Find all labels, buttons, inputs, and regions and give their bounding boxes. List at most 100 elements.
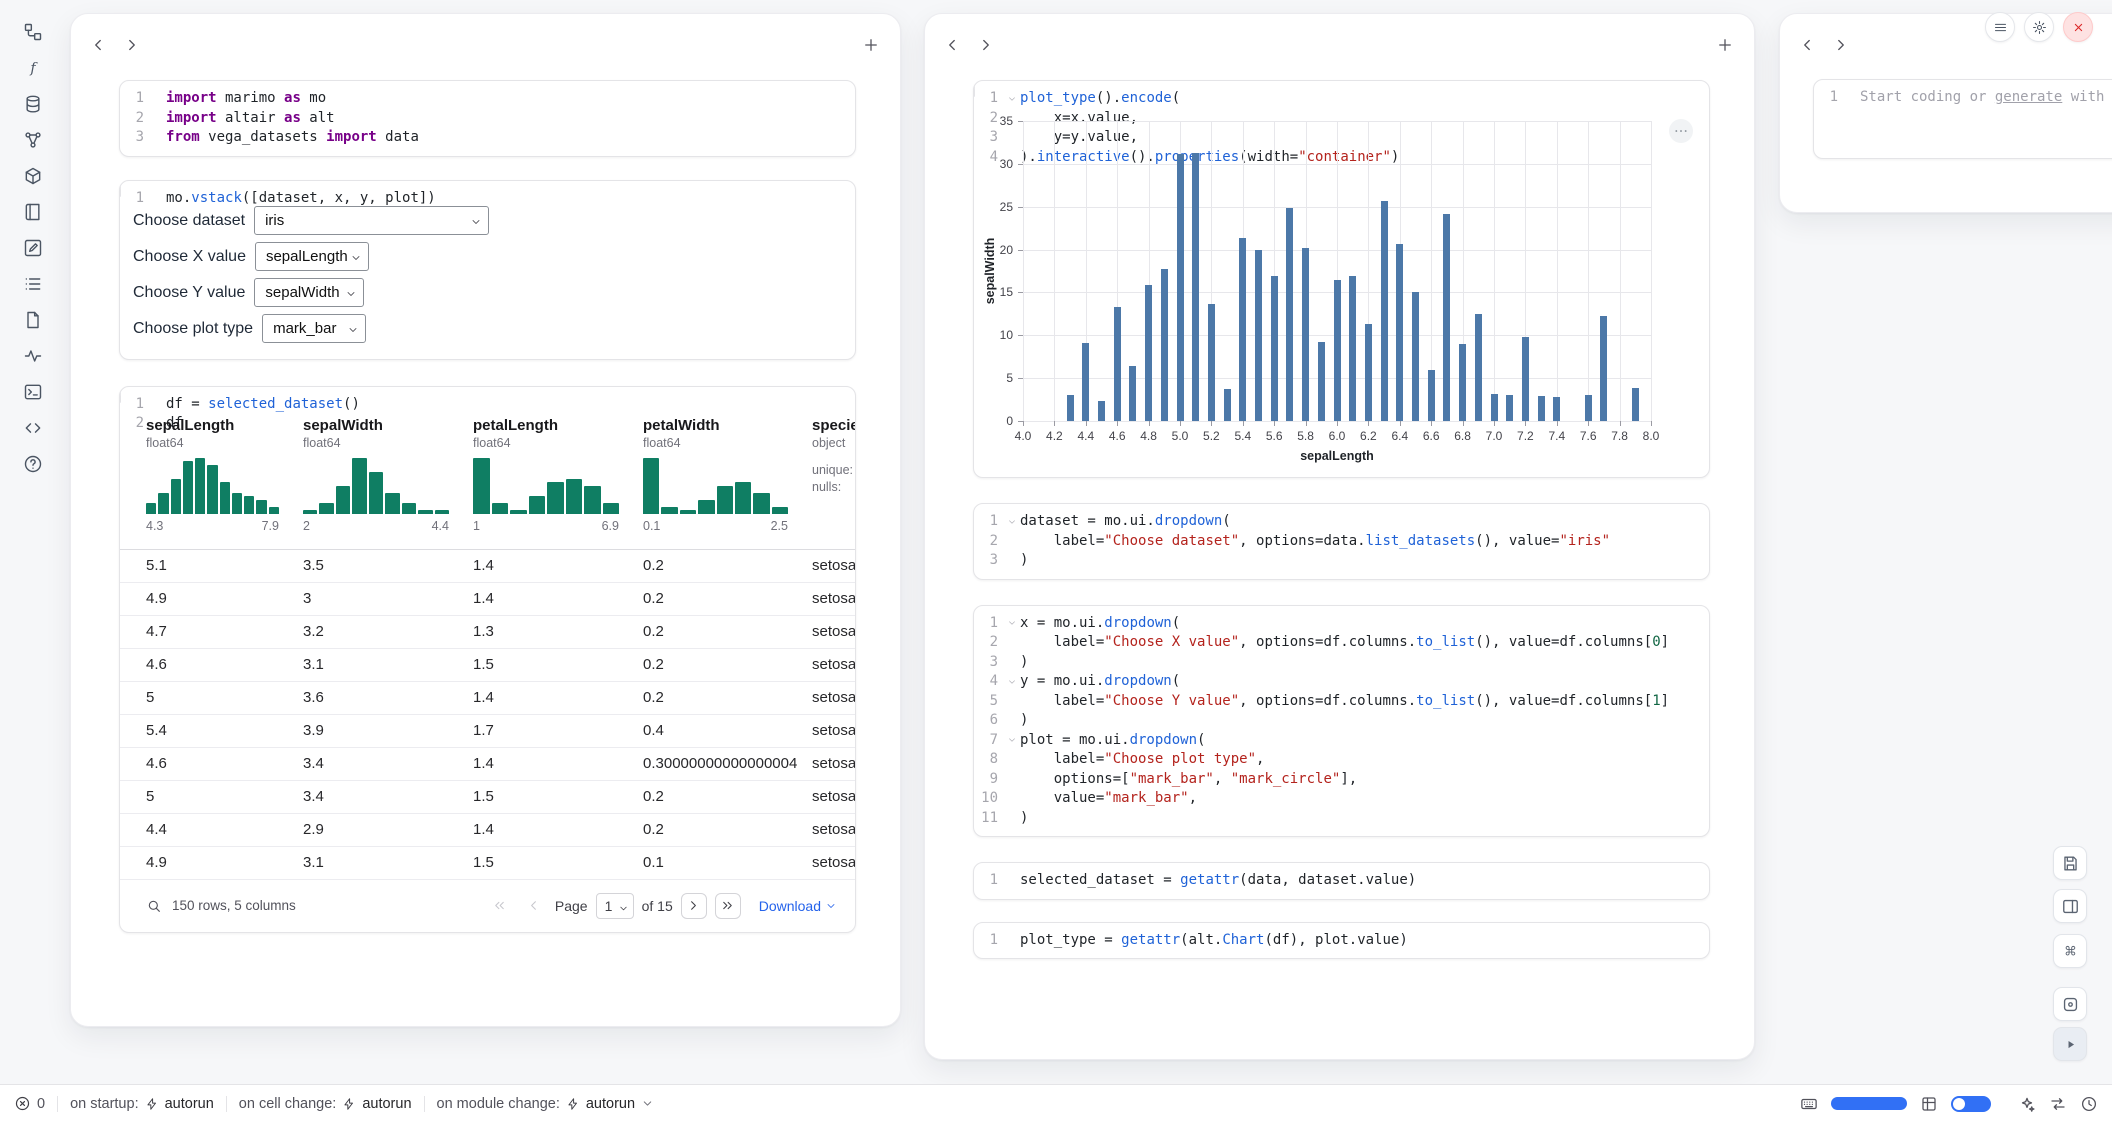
code-line[interactable]: 1x = mo.ui.dropdown( xyxy=(974,614,1709,634)
cell-dataset-dropdown[interactable]: 1dataset = mo.ui.dropdown(2 label="Choos… xyxy=(973,503,1710,580)
code-line[interactable]: 1plot_type = getattr(alt.Chart(df), plot… xyxy=(974,931,1709,951)
chart-actions-button[interactable] xyxy=(1669,119,1693,143)
column-header[interactable]: sepalLengthfloat644.37.9 xyxy=(120,417,303,533)
y-value-select[interactable]: sepalWidth xyxy=(254,278,364,307)
code-line[interactable]: 1df = selected_dataset() xyxy=(120,395,121,415)
code-line[interactable]: 1dataset = mo.ui.dropdown( xyxy=(974,512,1709,532)
code-line[interactable]: 2 label="Choose dataset", options=data.l… xyxy=(974,532,1709,552)
code-editor[interactable]: 1selected_dataset = getattr(data, datase… xyxy=(974,863,1709,899)
toggle-switch[interactable] xyxy=(1951,1096,1991,1112)
grid-icon[interactable] xyxy=(1920,1095,1938,1113)
fold-chevron-icon[interactable] xyxy=(1004,672,1020,692)
prev-page-button[interactable] xyxy=(521,893,547,919)
shuffle-icon[interactable] xyxy=(2049,1095,2067,1113)
packages-icon[interactable] xyxy=(14,158,52,194)
code-editor[interactable]: 1df = selected_dataset()2df xyxy=(120,387,121,403)
code-line[interactable]: 2 label="Choose X value", options=df.col… xyxy=(974,633,1709,653)
page-select[interactable]: 1 xyxy=(596,893,634,919)
save-button[interactable] xyxy=(2053,846,2087,880)
notebook-tree-icon[interactable] xyxy=(14,14,52,50)
search-icon[interactable] xyxy=(146,898,162,914)
menu-button[interactable] xyxy=(1985,12,2015,42)
cell-dataframe[interactable]: 1df = selected_dataset()2df sepalLengthf… xyxy=(119,386,856,933)
column-header[interactable]: sepalWidthfloat6424.4 xyxy=(303,417,473,533)
fold-chevron-icon[interactable] xyxy=(1004,512,1020,532)
dependency-graph-icon[interactable] xyxy=(14,122,52,158)
terminal-icon[interactable] xyxy=(14,374,52,410)
plot-type-select[interactable]: mark_bar xyxy=(262,314,366,343)
column-move-right-button[interactable] xyxy=(1826,30,1856,60)
code-editor[interactable]: 1mo.vstack([dataset, x, y, plot]) xyxy=(120,181,121,197)
generate-link[interactable]: generate xyxy=(1995,89,2062,105)
editor-placeholder[interactable]: Start coding or generate with xyxy=(1860,88,2104,108)
download-button[interactable]: Download xyxy=(759,898,837,914)
shutdown-button[interactable] xyxy=(2063,12,2093,42)
code-line[interactable]: 1import marimo as mo xyxy=(120,89,855,109)
cell-empty[interactable]: 1 Start coding or generate with xyxy=(1813,79,2112,159)
settings-button[interactable] xyxy=(2024,12,2054,42)
documentation-icon[interactable] xyxy=(14,194,52,230)
cell-plot-type[interactable]: 1plot_type = getattr(alt.Chart(df), plot… xyxy=(973,922,1710,960)
outline-icon[interactable] xyxy=(14,266,52,302)
cell-imports[interactable]: 1import marimo as mo2import altair as al… xyxy=(119,80,856,157)
code-line[interactable]: 6) xyxy=(974,711,1709,731)
code-line[interactable]: 1selected_dataset = getattr(data, datase… xyxy=(974,871,1709,891)
command-palette-button[interactable]: ⌘ xyxy=(2053,934,2087,968)
panel-layout-button[interactable] xyxy=(2053,889,2087,923)
column-move-left-button[interactable] xyxy=(83,30,113,60)
code-line[interactable]: 9 options=["mark_bar", "mark_circle"], xyxy=(974,770,1709,790)
cell-selected-dataset[interactable]: 1selected_dataset = getattr(data, datase… xyxy=(973,862,1710,900)
code-line[interactable]: 3) xyxy=(974,653,1709,673)
code-line[interactable]: 1mo.vstack([dataset, x, y, plot]) xyxy=(120,189,121,209)
run-button[interactable] xyxy=(2053,1027,2087,1061)
column-move-left-button[interactable] xyxy=(937,30,967,60)
snippets-icon[interactable] xyxy=(14,302,52,338)
code-line[interactable]: 2import altair as alt xyxy=(120,109,855,129)
sparkles-icon[interactable] xyxy=(2018,1095,2036,1113)
logs-icon[interactable] xyxy=(14,338,52,374)
scratchpad-icon[interactable] xyxy=(14,230,52,266)
fold-chevron-icon[interactable] xyxy=(1004,614,1020,634)
code-line[interactable]: 10 value="mark_bar", xyxy=(974,789,1709,809)
code-line[interactable]: 7plot = mo.ui.dropdown( xyxy=(974,731,1709,751)
keyboard-icon[interactable] xyxy=(1800,1095,1818,1113)
cell-xy-dropdowns[interactable]: 1x = mo.ui.dropdown(2 label="Choose X va… xyxy=(973,605,1710,838)
help-icon[interactable] xyxy=(14,446,52,482)
column-header[interactable]: petalLengthfloat6416.9 xyxy=(473,417,643,533)
add-cell-button[interactable] xyxy=(856,30,886,60)
last-page-button[interactable] xyxy=(715,893,741,919)
column-move-right-button[interactable] xyxy=(971,30,1001,60)
datasources-icon[interactable] xyxy=(14,86,52,122)
fold-chevron-icon[interactable] xyxy=(1004,731,1020,751)
cell-plot[interactable]: 1plot_type().encode(2 x=x.value,3 y=y.va… xyxy=(973,80,1710,478)
code-line[interactable]: 3from vega_datasets import data xyxy=(120,128,855,148)
column-header[interactable]: petalWidthfloat640.12.5 xyxy=(643,417,812,533)
code-editor[interactable]: 1x = mo.ui.dropdown(2 label="Choose X va… xyxy=(974,606,1709,837)
history-icon[interactable] xyxy=(2080,1095,2098,1113)
next-page-button[interactable] xyxy=(681,893,707,919)
code-icon[interactable] xyxy=(14,410,52,446)
cell-vstack[interactable]: 1mo.vstack([dataset, x, y, plot]) Choose… xyxy=(119,180,856,360)
error-indicator[interactable]: 0 xyxy=(14,1095,45,1112)
code-editor[interactable]: 1plot_type = getattr(alt.Chart(df), plot… xyxy=(974,923,1709,959)
column-header[interactable]: speciesobjectunique:nulls: xyxy=(812,417,855,496)
code-line[interactable]: 8 label="Choose plot type", xyxy=(974,750,1709,770)
column-move-right-button[interactable] xyxy=(117,30,147,60)
code-editor[interactable]: 1import marimo as mo2import altair as al… xyxy=(120,81,855,156)
x-value-select[interactable]: sepalLength xyxy=(255,242,369,271)
app-frame-button[interactable] xyxy=(2053,987,2087,1021)
code-editor[interactable]: 1plot_type().encode(2 x=x.value,3 y=y.va… xyxy=(974,81,975,97)
on-cell-change-setting[interactable]: on cell change: autorun xyxy=(239,1096,412,1112)
code-line[interactable]: 4y = mo.ui.dropdown( xyxy=(974,672,1709,692)
code-line[interactable]: 3) xyxy=(974,551,1709,571)
on-startup-setting[interactable]: on startup: autorun xyxy=(70,1096,214,1112)
functions-icon[interactable]: f xyxy=(14,50,52,86)
first-page-button[interactable] xyxy=(487,893,513,919)
code-line[interactable]: 5 label="Choose Y value", options=df.col… xyxy=(974,692,1709,712)
code-editor[interactable]: 1dataset = mo.ui.dropdown(2 label="Choos… xyxy=(974,504,1709,579)
column-move-left-button[interactable] xyxy=(1792,30,1822,60)
code-line[interactable]: 11) xyxy=(974,809,1709,829)
dataset-select[interactable]: iris xyxy=(254,206,489,235)
on-module-change-setting[interactable]: on module change: autorun xyxy=(437,1096,655,1112)
add-cell-button[interactable] xyxy=(1710,30,1740,60)
